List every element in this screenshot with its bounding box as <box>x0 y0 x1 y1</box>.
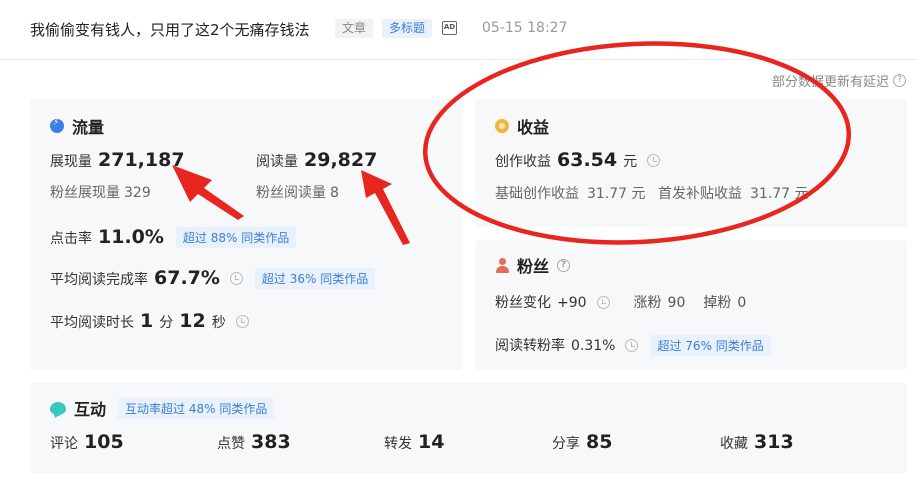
article-type-tag: 文章 <box>335 19 374 38</box>
reposts-value: 14 <box>418 431 445 453</box>
interaction-badge: 互动率超过 48% 同类作品 <box>118 397 275 419</box>
conversion-value: 0.31% <box>571 338 616 354</box>
fan-reads-label: 粉丝阅读量 <box>256 185 326 201</box>
completion-label: 平均阅读完成率 <box>50 272 148 288</box>
comments-value: 105 <box>84 431 124 453</box>
ctr-label: 点击率 <box>50 231 92 247</box>
clock-icon[interactable] <box>647 153 661 167</box>
impressions-label: 展现量 <box>50 154 92 170</box>
reposts-label: 转发 <box>384 436 412 452</box>
comments-label: 评论 <box>50 436 78 452</box>
fans-gain-label: 涨粉 <box>633 295 662 311</box>
favorites-metric: 收藏 313 <box>720 431 794 453</box>
clock-icon[interactable] <box>596 295 610 309</box>
fans-title-text: 粉丝 <box>517 257 550 276</box>
reposts-metric: 转发 14 <box>384 431 444 453</box>
fan-reads-value: 8 <box>330 185 339 201</box>
duration-minutes: 1 <box>140 310 154 332</box>
duration-seconds-unit: 秒 <box>211 315 226 331</box>
fans-loss-value: 0 <box>737 295 747 311</box>
clock-icon[interactable] <box>235 314 249 328</box>
ad-icon: AD <box>442 21 457 35</box>
ctr-badge: 超过 88% 同类作品 <box>175 226 297 248</box>
income-title: 收益 <box>495 114 549 138</box>
person-icon <box>495 258 509 273</box>
publish-time: 05-15 18:27 <box>482 20 568 36</box>
ctr-value: 11.0% <box>98 226 164 248</box>
reads-value: 29,827 <box>304 149 378 171</box>
completion-metric: 平均阅读完成率 67.7% 超过 36% 同类作品 <box>50 267 376 289</box>
subsidy-income-label: 首发补贴收益 <box>658 186 742 202</box>
income-card: 收益 创作收益 63.54 元 基础创作收益 31.77 元 首发补贴收益 31.7… <box>475 99 907 227</box>
interaction-card: 互动 互动率超过 48% 同类作品 评论 105 点赞 383 转发 14 分享… <box>30 383 907 473</box>
traffic-card: 流量 展现量 271,187 粉丝展现量329 阅读量 29,827 粉丝阅读量… <box>30 99 462 370</box>
conversion-metric: 阅读转粉率 0.31% 超过 76% 同类作品 <box>495 335 771 356</box>
subsidy-income: 首发补贴收益 31.77 元 <box>658 183 809 203</box>
creation-income-unit: 元 <box>623 154 638 170</box>
base-income: 基础创作收益 31.77 元 <box>495 183 646 203</box>
reads-label: 阅读量 <box>256 154 298 170</box>
duration-seconds: 12 <box>179 310 206 332</box>
likes-value: 383 <box>251 431 291 453</box>
completion-badge: 超过 36% 同类作品 <box>254 267 376 289</box>
multi-title-tag[interactable]: 多标题 <box>382 19 433 38</box>
shares-label: 分享 <box>552 436 580 452</box>
fans-change-label: 粉丝变化 <box>495 295 551 311</box>
interaction-title: 互动 互动率超过 48% 同类作品 <box>50 396 275 420</box>
duration-minutes-unit: 分 <box>159 315 174 331</box>
traffic-title-text: 流量 <box>72 118 105 137</box>
clock-icon[interactable] <box>229 271 243 285</box>
conversion-badge: 超过 76% 同类作品 <box>650 335 771 356</box>
likes-label: 点赞 <box>217 436 245 452</box>
conversion-label: 阅读转粉率 <box>495 338 565 354</box>
income-title-text: 收益 <box>517 118 550 137</box>
fan-impressions-value: 329 <box>124 185 151 201</box>
favorites-value: 313 <box>754 431 794 453</box>
clock-icon[interactable] <box>625 339 639 352</box>
subsidy-income-value: 31.77 元 <box>750 186 809 202</box>
delay-note-text: 部分数据更新有延迟 <box>771 75 889 90</box>
traffic-title: 流量 <box>50 114 104 138</box>
impressions-value: 271,187 <box>98 149 185 171</box>
fans-title: 粉丝 ? <box>495 253 571 277</box>
question-icon[interactable]: ? <box>893 74 906 87</box>
ctr-metric: 点击率 11.0% 超过 88% 同类作品 <box>50 226 297 248</box>
likes-metric: 点赞 383 <box>217 431 291 453</box>
shares-metric: 分享 85 <box>552 431 612 453</box>
fan-impressions: 粉丝展现量 329 <box>50 182 151 202</box>
creation-income-label: 创作收益 <box>495 154 551 170</box>
fans-change-value: +90 <box>557 295 587 311</box>
article-header: 我偷偷变有钱人，只用了这2个无痛存钱法 文章 多标题 AD 05-15 18:2… <box>0 0 918 60</box>
duration-metric: 平均阅读时长 1 分 12 秒 <box>50 310 249 332</box>
question-icon[interactable]: ? <box>557 258 571 272</box>
fans-card: 粉丝 ? 粉丝变化 +90 涨粉 90 掉粉 0 阅读转粉率 0.31% 超过 … <box>475 240 907 370</box>
fan-reads: 粉丝阅读量 8 <box>256 182 339 202</box>
shares-value: 85 <box>586 431 613 453</box>
creation-income: 创作收益 63.54 元 <box>495 149 661 171</box>
comments-metric: 评论 105 <box>50 431 124 453</box>
article-title[interactable]: 我偷偷变有钱人，只用了这2个无痛存钱法 <box>30 19 310 40</box>
impressions-metric: 展现量 271,187 <box>50 149 185 171</box>
fan-impressions-label: 粉丝展现量 <box>50 185 120 201</box>
base-income-label: 基础创作收益 <box>495 186 579 202</box>
chat-icon <box>50 401 66 415</box>
fans-gain-value: 90 <box>667 295 686 311</box>
completion-value: 67.7% <box>154 267 220 289</box>
favorites-label: 收藏 <box>720 436 748 452</box>
creation-income-value: 63.54 <box>557 149 618 171</box>
coin-icon <box>495 119 509 133</box>
reads-metric: 阅读量 29,827 <box>256 149 377 171</box>
interaction-title-text: 互动 <box>74 400 107 419</box>
base-income-value: 31.77 元 <box>587 186 646 202</box>
lightning-icon <box>50 118 64 133</box>
duration-label: 平均阅读时长 <box>50 315 134 331</box>
delay-note: 部分数据更新有延迟 ? <box>772 71 906 90</box>
fans-loss-label: 掉粉 <box>703 295 732 311</box>
fans-change: 粉丝变化 +90 涨粉 90 掉粉 0 <box>495 292 746 312</box>
